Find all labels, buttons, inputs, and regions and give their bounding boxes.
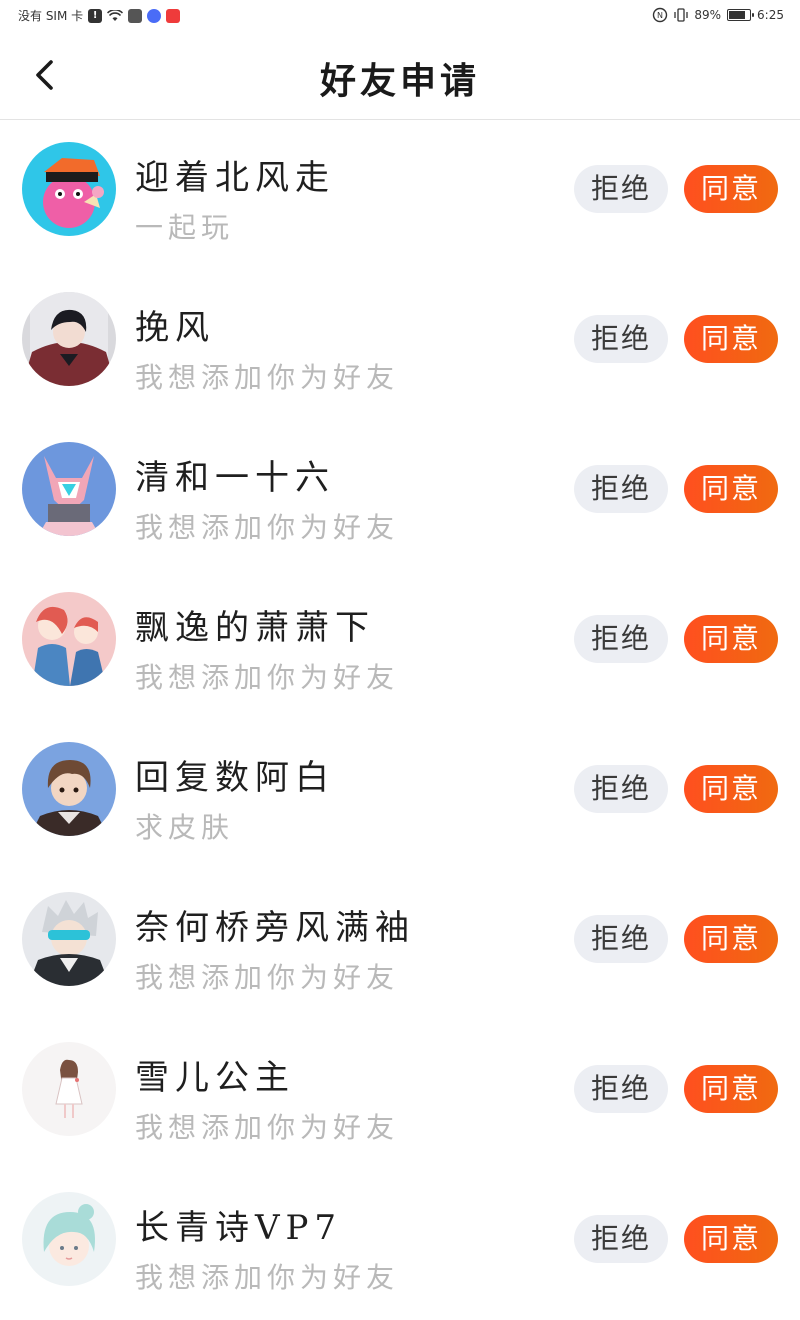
request-message: 我想添加你为好友 xyxy=(135,511,400,544)
request-message: 我想添加你为好友 xyxy=(135,1111,400,1144)
avatar[interactable] xyxy=(22,742,116,836)
reject-button[interactable]: 拒绝 xyxy=(574,465,668,513)
wifi-icon xyxy=(107,9,124,21)
accept-button[interactable]: 同意 xyxy=(684,165,778,213)
avatar[interactable] xyxy=(22,292,116,386)
requester-name: 回复数阿白 xyxy=(135,758,335,798)
accept-button[interactable]: 同意 xyxy=(684,615,778,663)
avatar[interactable] xyxy=(22,1042,116,1136)
friend-request-row: 奈何桥旁风满袖我想添加你为好友 拒绝 同意 xyxy=(0,870,800,1020)
requester-name: 奈何桥旁风满袖 xyxy=(135,908,415,948)
svg-text:N: N xyxy=(657,11,663,20)
reject-button[interactable]: 拒绝 xyxy=(574,915,668,963)
friend-request-row: 挽风我想添加你为好友 拒绝 同意 xyxy=(0,270,800,420)
requester-name: 迎着北风走 xyxy=(135,158,335,198)
request-message: 一起玩 xyxy=(135,211,235,244)
app-notification-icon xyxy=(128,8,143,23)
carrier-label: 没有 SIM 卡 xyxy=(18,9,84,23)
reject-button[interactable]: 拒绝 xyxy=(574,765,668,813)
music-icon xyxy=(147,8,162,23)
request-message: 我想添加你为好友 xyxy=(135,961,400,994)
accept-button[interactable]: 同意 xyxy=(684,315,778,363)
accept-button[interactable]: 同意 xyxy=(684,915,778,963)
avatar[interactable] xyxy=(22,1192,116,1286)
reject-button[interactable]: 拒绝 xyxy=(574,615,668,663)
avatar[interactable] xyxy=(22,142,116,236)
requester-name: 长青诗VP7 xyxy=(135,1208,343,1248)
battery-icon xyxy=(727,9,755,21)
requester-name: 挽风 xyxy=(135,308,215,348)
reject-button[interactable]: 拒绝 xyxy=(574,1065,668,1113)
status-left: 没有 SIM 卡 ! xyxy=(18,7,181,24)
friend-request-row: 回复数阿白求皮肤 拒绝 同意 xyxy=(0,720,800,870)
alert-icon: ! xyxy=(88,8,103,23)
request-message: 求皮肤 xyxy=(135,811,235,844)
friend-request-list: 迎着北风走 一起玩 拒绝 同意 挽风 我想添加你为好友 拒绝 同意 清和一十六 我想添加你为好友拒… xyxy=(0,120,800,1320)
avatar[interactable] xyxy=(22,442,116,536)
accept-button[interactable]: 同意 xyxy=(684,1065,778,1113)
reject-button[interactable]: 拒绝 xyxy=(574,165,668,213)
battery-percent: 89% xyxy=(694,8,722,22)
page-title: 好友申请 xyxy=(319,60,480,102)
request-message: 我想添加你为好友 xyxy=(135,361,400,394)
accept-button[interactable]: 同意 xyxy=(684,765,778,813)
vibrate-icon xyxy=(674,8,689,22)
friend-request-row: 雪儿公主我想添加你为好友 拒绝 同意 xyxy=(0,1020,800,1170)
nfc-icon: N xyxy=(653,7,668,23)
status-right: N 89% 6:25 xyxy=(652,7,784,23)
accept-button[interactable]: 同意 xyxy=(684,465,778,513)
avatar[interactable] xyxy=(22,892,116,986)
reject-button[interactable]: 拒绝 xyxy=(574,315,668,363)
avatar[interactable] xyxy=(22,592,116,686)
status-bar: 没有 SIM 卡 ! N 89% 6:25 xyxy=(0,0,800,32)
header: 好友申请 xyxy=(0,32,800,120)
friend-request-row: 飘逸的萧萧下我想添加你为好友 拒绝 同意 xyxy=(0,570,800,720)
requester-name: 雪儿公主 xyxy=(135,1058,295,1098)
request-message: 我想添加你为好友 xyxy=(135,1261,400,1294)
friend-request-row: 长青诗VP7 我想添加你为好友 拒绝 同意 xyxy=(0,1170,800,1320)
friend-request-row: 迎着北风走一起玩 拒绝 同意 xyxy=(0,120,800,270)
requester-name: 清和一十六 xyxy=(135,458,335,498)
red-app-icon xyxy=(166,8,181,23)
request-message: 我想添加你为好友 xyxy=(135,661,400,694)
reject-button[interactable]: 拒绝 xyxy=(574,1215,668,1263)
accept-button[interactable]: 同意 xyxy=(684,1215,778,1263)
clock: 6:25 xyxy=(757,8,784,22)
requester-name: 飘逸的萧萧下 xyxy=(135,608,375,648)
friend-request-row: 清和一十六我想添加你为好友 拒绝 同意 xyxy=(0,420,800,570)
